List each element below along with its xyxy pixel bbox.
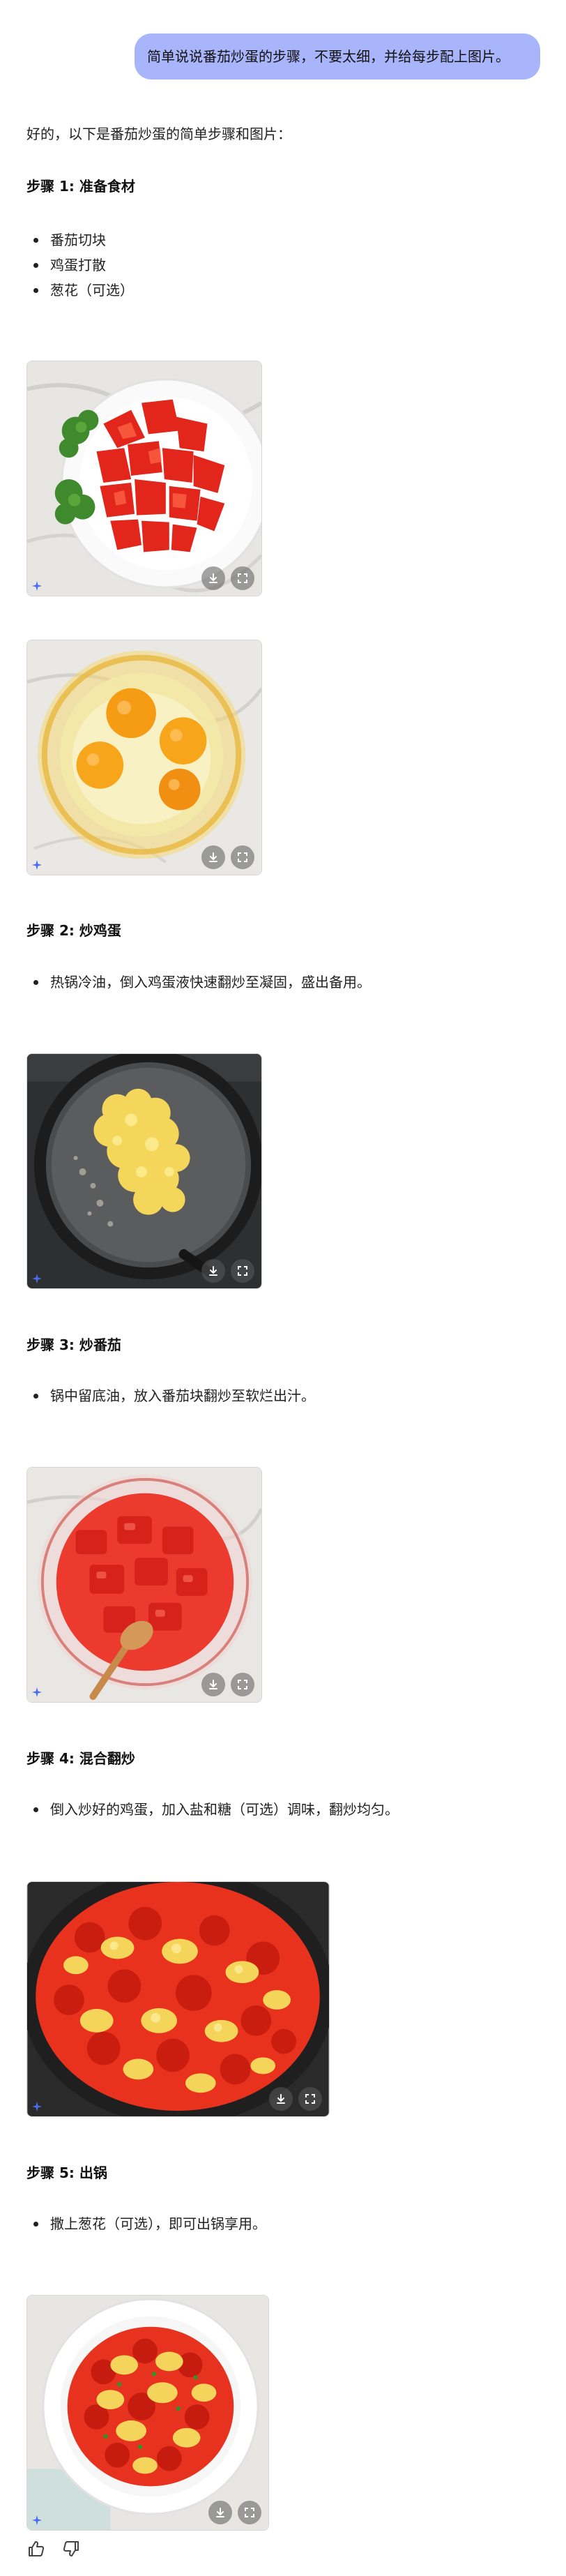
sparkle-icon: [31, 1687, 43, 1698]
scrambled-eggs-pan-illustration: [27, 1054, 261, 1288]
download-icon[interactable]: [201, 1259, 225, 1283]
step-4-list: 倒入炒好的鸡蛋，加入盐和糖（可选）调味，翻炒均匀。: [26, 1797, 399, 1822]
list-item: 锅中留底油，放入番茄块翻炒至软烂出汁。: [26, 1383, 315, 1408]
chopped-tomatoes-illustration: [27, 361, 261, 596]
cooked-tomatoes-bowl-illustration: [27, 1468, 261, 1702]
expand-icon[interactable]: [231, 1259, 254, 1283]
thumbs-down-icon[interactable]: [61, 2539, 81, 2559]
sparkle-icon: [31, 580, 43, 592]
download-icon[interactable]: [208, 2501, 232, 2524]
download-icon[interactable]: [201, 566, 225, 590]
step-5-image-finished-dish[interactable]: [26, 2295, 269, 2531]
step-1-title: 步骤 1: 准备食材: [26, 178, 135, 195]
sparkle-icon: [31, 2515, 43, 2526]
thumbs-up-icon[interactable]: [26, 2539, 46, 2559]
tomato-egg-wok-illustration: [27, 1882, 329, 2116]
expand-icon[interactable]: [298, 2087, 322, 2111]
step-2-list: 热锅冷油，倒入鸡蛋液快速翻炒至凝固，盛出备用。: [26, 970, 371, 995]
step-3-list: 锅中留底油，放入番茄块翻炒至软烂出汁。: [26, 1383, 315, 1408]
step-2-title: 步骤 2: 炒鸡蛋: [26, 922, 121, 939]
step-1-image-eggs[interactable]: [26, 640, 262, 875]
download-icon[interactable]: [269, 2087, 293, 2111]
expand-icon[interactable]: [231, 845, 254, 869]
download-icon[interactable]: [201, 845, 225, 869]
expand-icon[interactable]: [231, 566, 254, 590]
step-4-image-mixed-stirfry[interactable]: [26, 1881, 330, 2117]
step-5-list: 撒上葱花（可选），即可出锅享用。: [26, 2211, 266, 2236]
step-4-title: 步骤 4: 混合翻炒: [26, 1750, 135, 1767]
list-item: 葱花（可选）: [26, 278, 134, 303]
list-item: 番茄切块: [26, 227, 134, 253]
expand-icon[interactable]: [231, 1673, 254, 1696]
expand-icon[interactable]: [238, 2501, 261, 2524]
eggs-bowl-illustration: [27, 640, 261, 875]
feedback-bar: [26, 2539, 81, 2559]
download-icon[interactable]: [201, 1673, 225, 1696]
sparkle-icon: [31, 2101, 43, 2112]
user-message-bubble: 简单说说番茄炒蛋的步骤，不要太细，并给每步配上图片。: [135, 33, 540, 80]
list-item: 撒上葱花（可选），即可出锅享用。: [26, 2211, 266, 2236]
list-item: 热锅冷油，倒入鸡蛋液快速翻炒至凝固，盛出备用。: [26, 970, 371, 995]
assistant-intro: 好的，以下是番茄炒蛋的简单步骤和图片：: [26, 126, 291, 142]
sparkle-icon: [31, 859, 43, 871]
list-item: 倒入炒好的鸡蛋，加入盐和糖（可选）调味，翻炒均匀。: [26, 1797, 399, 1822]
step-3-title: 步骤 3: 炒番茄: [26, 1336, 121, 1353]
finished-dish-plate-illustration: [27, 2296, 268, 2530]
step-1-list: 番茄切块 鸡蛋打散 葱花（可选）: [26, 227, 134, 303]
step-5-title: 步骤 5: 出锅: [26, 2164, 107, 2181]
list-item: 鸡蛋打散: [26, 253, 134, 278]
step-2-image-scrambled-eggs[interactable]: [26, 1053, 262, 1289]
user-message-text: 简单说说番茄炒蛋的步骤，不要太细，并给每步配上图片。: [147, 48, 510, 65]
chat-page: 简单说说番茄炒蛋的步骤，不要太细，并给每步配上图片。 好的，以下是番茄炒蛋的简单…: [0, 0, 566, 2576]
sparkle-icon: [31, 1273, 43, 1284]
step-1-image-tomatoes[interactable]: [26, 361, 262, 596]
step-3-image-cooked-tomatoes[interactable]: [26, 1467, 262, 1703]
